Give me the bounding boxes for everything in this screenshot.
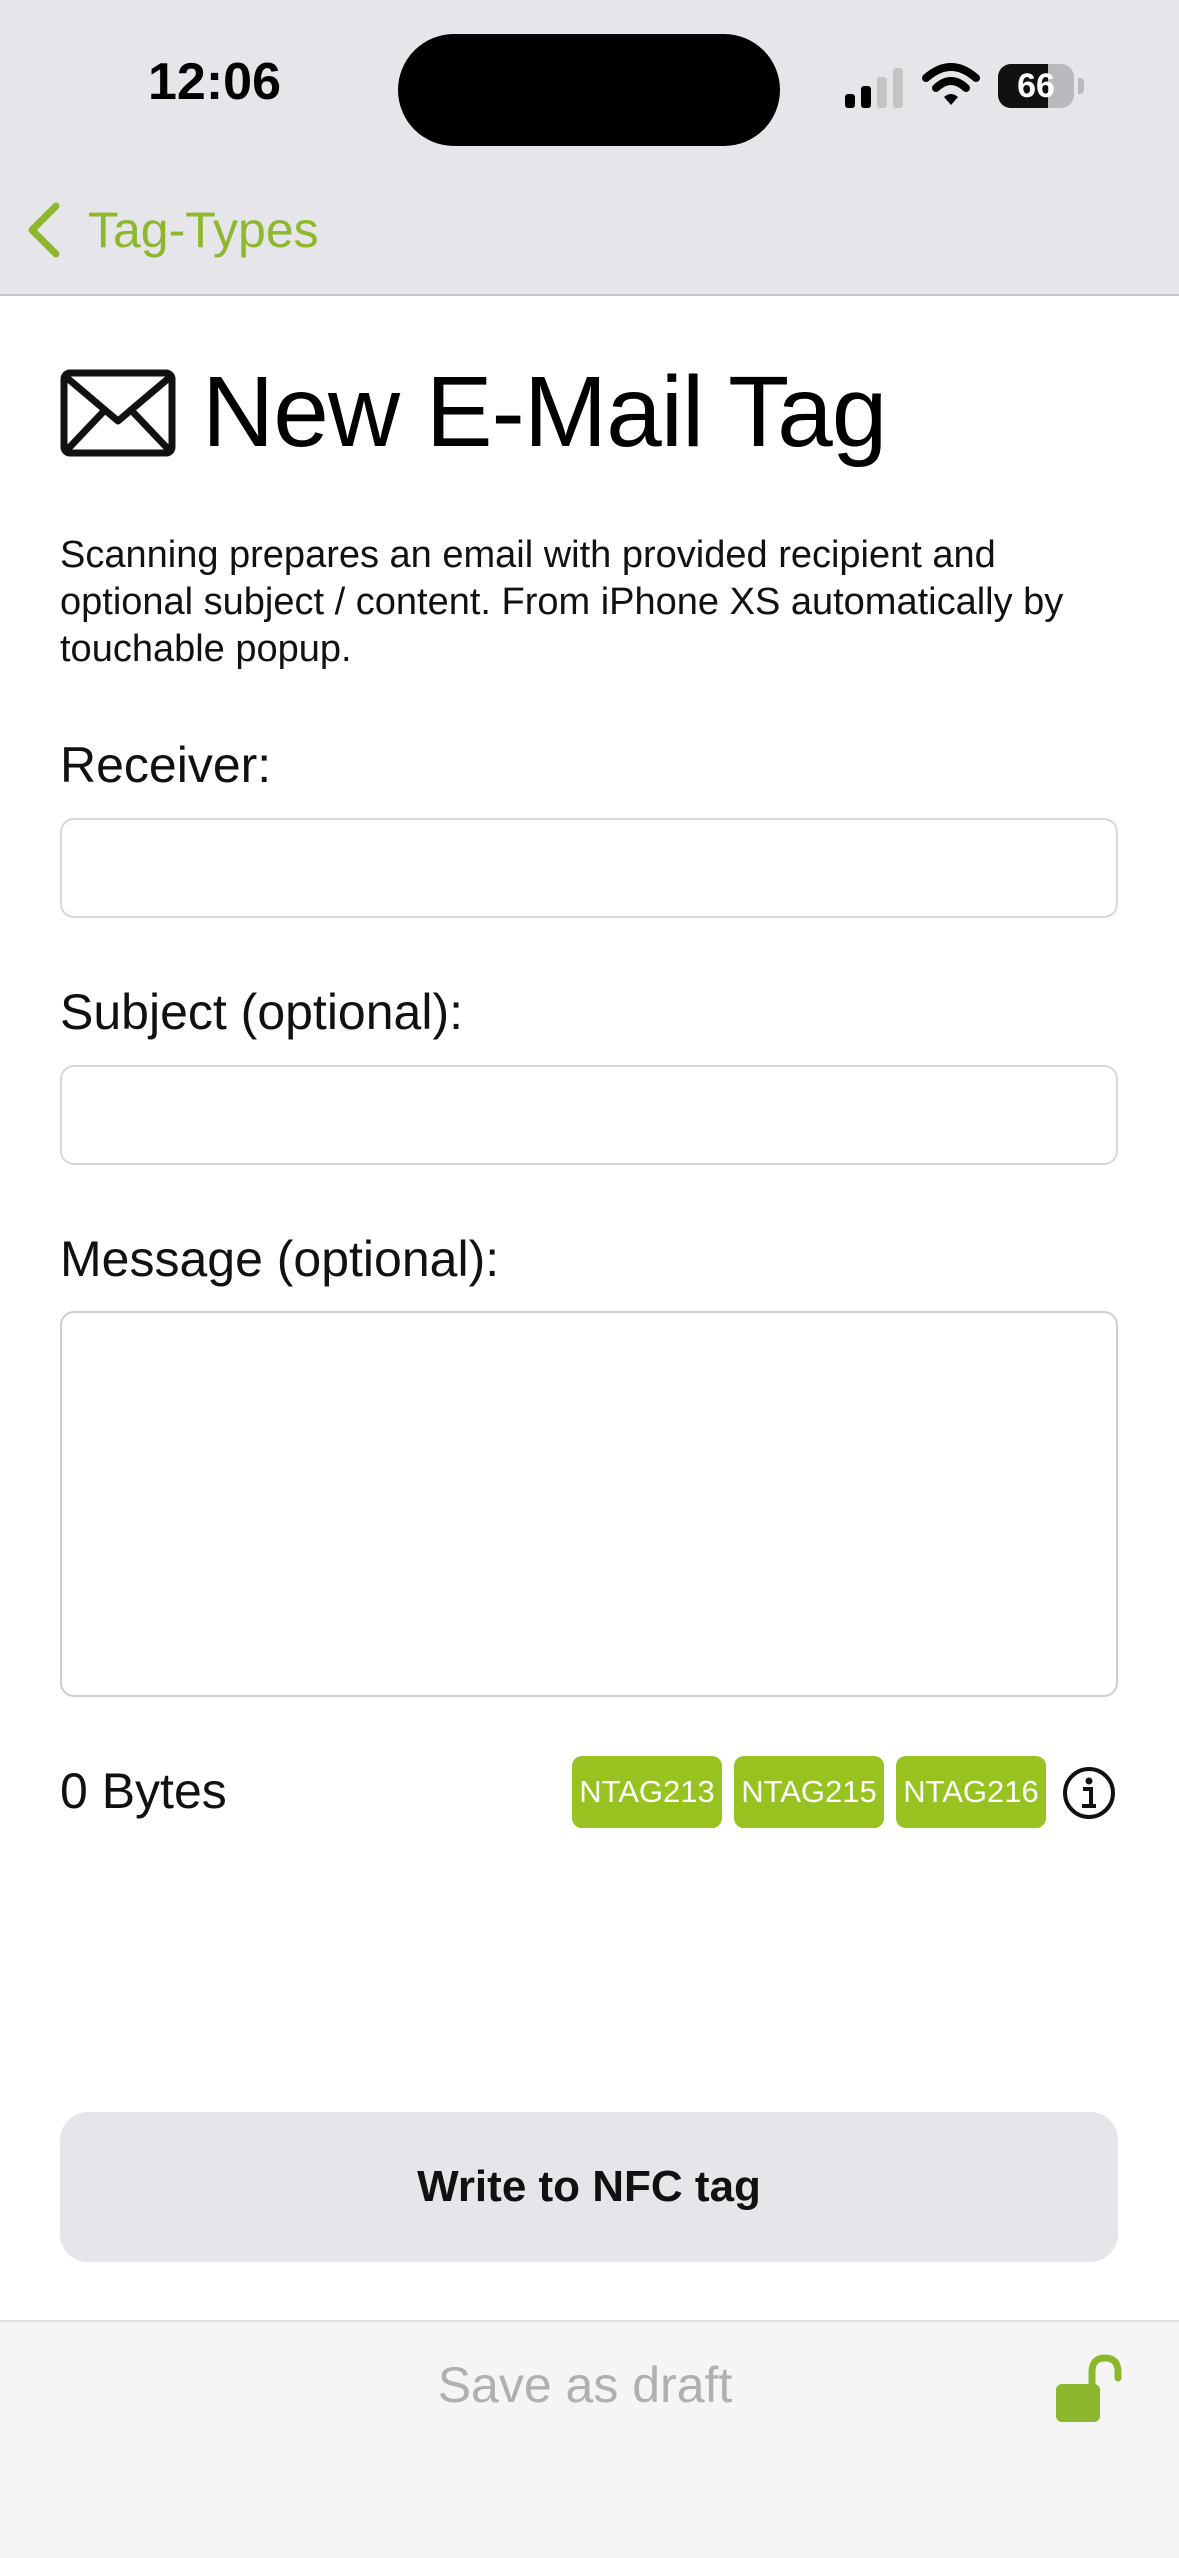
page-header: New E-Mail Tag: [60, 355, 887, 470]
write-nfc-button[interactable]: Write to NFC tag: [60, 2112, 1118, 2262]
chevron-left-icon: [28, 202, 60, 258]
tag-type-chips: NTAG213 NTAG215 NTAG216: [572, 1756, 1058, 1828]
battery-percentage: 66: [1017, 67, 1055, 105]
info-icon[interactable]: [1062, 1766, 1116, 1820]
receiver-input[interactable]: [60, 818, 1118, 918]
message-label: Message (optional):: [60, 1231, 500, 1287]
dynamic-island: [398, 34, 780, 146]
page-title: New E-Mail Tag: [202, 356, 887, 468]
back-button-label: Tag-Types: [88, 202, 319, 258]
battery-cap: [1078, 78, 1084, 94]
battery-icon: 66: [998, 64, 1074, 108]
chip-ntag215: NTAG215: [734, 1756, 884, 1828]
wifi-icon: [922, 63, 980, 105]
unlock-icon[interactable]: [1054, 2354, 1124, 2424]
receiver-label: Receiver:: [60, 737, 272, 793]
envelope-icon: [60, 369, 176, 456]
back-button[interactable]: Tag-Types: [24, 190, 319, 270]
chip-ntag216: NTAG216: [896, 1756, 1046, 1828]
subject-input[interactable]: [60, 1065, 1118, 1165]
message-textarea[interactable]: [60, 1311, 1118, 1697]
save-draft-button[interactable]: Save as draft: [0, 2356, 1170, 2414]
page-description: Scanning prepares an email with provided…: [60, 534, 1064, 670]
cellular-signal-icon: [845, 68, 903, 108]
subject-label: Subject (optional):: [60, 984, 464, 1040]
chip-ntag213: NTAG213: [572, 1756, 722, 1828]
byte-count: 0 Bytes: [60, 1763, 227, 1819]
status-time: 12:06: [148, 53, 281, 111]
